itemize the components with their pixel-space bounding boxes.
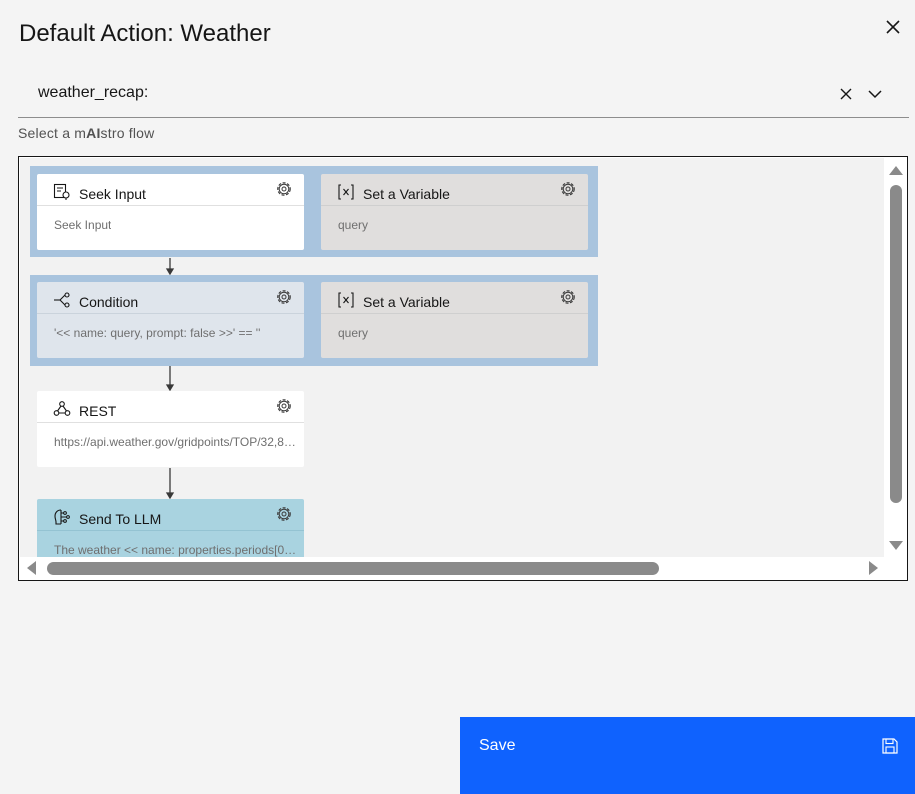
- seek-input-icon: [53, 183, 70, 200]
- variable-icon: [338, 184, 354, 200]
- flow-node-seek-input[interactable]: Seek Input Seek Input: [37, 174, 304, 250]
- flow-select-helper: Select a mAIstro flow: [18, 125, 155, 141]
- node-title: Seek Input: [79, 186, 146, 202]
- node-title: Set a Variable: [363, 186, 450, 202]
- node-description: '<< name: query, prompt: false >>' == '': [54, 326, 261, 340]
- flow-canvas[interactable]: Seek Input Seek Input Set a Variable que…: [20, 158, 884, 557]
- node-title: Send To LLM: [79, 511, 162, 527]
- node-description: query: [338, 218, 369, 232]
- flow-node-condition[interactable]: Condition '<< name: query, prompt: false…: [37, 282, 304, 358]
- chevron-down-icon: [868, 90, 882, 99]
- save-button[interactable]: Save: [460, 717, 915, 794]
- flow-node-set-variable[interactable]: Set a Variable query: [321, 282, 588, 358]
- save-icon: [882, 738, 898, 754]
- scroll-down-icon[interactable]: [885, 534, 907, 554]
- flow-select-value: weather_recap:: [38, 84, 149, 101]
- node-description: The weather << name: properties.periods[…: [54, 543, 299, 557]
- webhook-icon: [53, 401, 71, 416]
- flow-node-set-variable[interactable]: Set a Variable query: [321, 174, 588, 250]
- vertical-scroll-thumb[interactable]: [890, 185, 902, 503]
- dialog-title: Default Action: Weather: [19, 20, 271, 47]
- flow-select[interactable]: weather_recap:: [18, 70, 909, 118]
- open-menu-button[interactable]: [865, 84, 885, 104]
- node-description: query: [338, 326, 369, 340]
- clear-selection-button[interactable]: [836, 84, 856, 104]
- gear-icon[interactable]: [274, 287, 294, 307]
- condition-icon: [54, 292, 70, 308]
- node-description: Seek Input: [54, 218, 112, 232]
- node-description: https://api.weather.gov/gridpoints/TOP/3…: [54, 435, 299, 449]
- gear-icon[interactable]: [274, 179, 294, 199]
- close-icon: [840, 88, 852, 100]
- variable-icon: [338, 292, 354, 308]
- flow-canvas-viewport[interactable]: Seek Input Seek Input Set a Variable que…: [18, 156, 908, 581]
- gear-icon[interactable]: [558, 287, 578, 307]
- close-icon: [886, 20, 900, 34]
- vertical-scrollbar[interactable]: [885, 158, 907, 557]
- horizontal-scrollbar[interactable]: [20, 557, 885, 579]
- gear-icon[interactable]: [274, 396, 294, 416]
- scroll-right-icon[interactable]: [863, 557, 883, 579]
- save-label: Save: [479, 737, 516, 754]
- scroll-left-icon[interactable]: [22, 557, 42, 579]
- gear-icon[interactable]: [274, 504, 294, 524]
- scroll-up-icon[interactable]: [885, 162, 907, 182]
- close-button[interactable]: [880, 14, 906, 40]
- node-title: REST: [79, 403, 117, 419]
- node-title: Set a Variable: [363, 294, 450, 310]
- llm-icon: [54, 509, 70, 525]
- node-title: Condition: [79, 294, 139, 310]
- flow-node-send-to-llm[interactable]: Send To LLM The weather << name: propert…: [37, 499, 304, 557]
- flow-node-rest[interactable]: REST https://api.weather.gov/gridpoints/…: [37, 391, 304, 467]
- gear-icon[interactable]: [558, 179, 578, 199]
- horizontal-scroll-thumb[interactable]: [47, 562, 659, 575]
